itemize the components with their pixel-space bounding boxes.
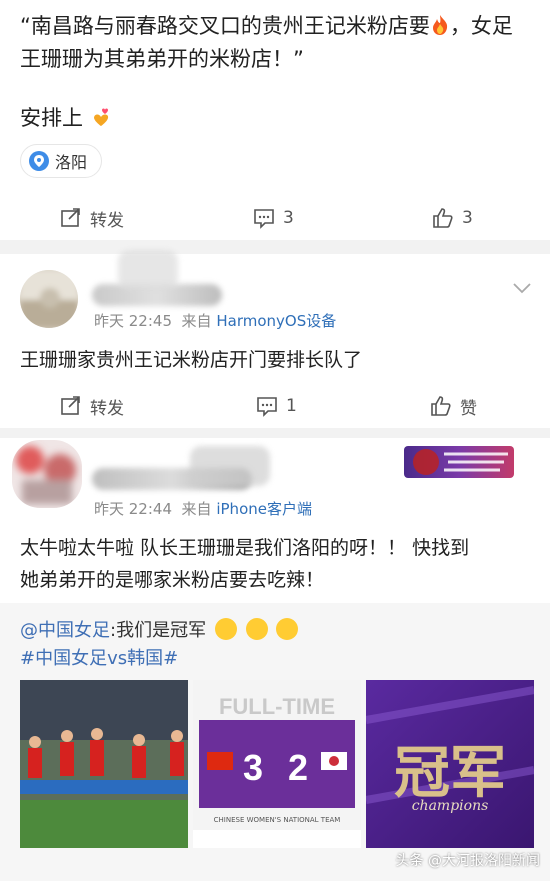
like-button[interactable]: 赞 (430, 394, 477, 419)
thumbnail-scoreboard[interactable]: 3 2 FULL-TIME CHINESE WOMEN'S NATIONAL T… (193, 680, 361, 848)
section-separator (0, 428, 550, 438)
location-chip[interactable]: 洛阳 (20, 144, 103, 178)
post-text2: 安排上 (20, 106, 83, 130)
chevron-down-icon[interactable] (512, 282, 532, 294)
post-text-line2: 安排上 (20, 102, 114, 132)
repost-body: :我们是冠军 (110, 620, 207, 641)
hand-heart-emoji-icon (93, 108, 108, 126)
scoreboard-footer: CHINESE WOMEN'S NATIONAL TEAM (213, 816, 341, 824)
comment-from: 来自 (181, 312, 212, 330)
comment-count: 3 (283, 208, 294, 228)
like-count: 3 (462, 208, 473, 228)
fan-badge[interactable] (404, 446, 514, 478)
comment-text-line2: 她弟弟开的是哪家米粉店要去吃辣！ (20, 569, 325, 591)
comment-text: 太牛啦太牛啦 队长王珊珊是我们洛阳的呀！！ 快找到 她弟弟开的是哪家米粉店要去吃… (20, 532, 469, 596)
location-label: 洛阳 (55, 153, 88, 172)
commenter-name-blurred-extra (190, 446, 270, 486)
shocked-emoji-icon (245, 618, 268, 640)
repost-icon (61, 396, 80, 415)
commenter-name-blurred-extra (118, 250, 178, 290)
comment-time: 昨天 22:44 (94, 500, 172, 518)
comment-action-row: 转发 1 赞 (0, 386, 550, 426)
post-text-main: “南昌路与丽春路交叉口的贵州王记米粉店要 (20, 14, 430, 38)
mention-link[interactable]: @中国女足 (20, 620, 110, 641)
scoreboard-score-right: 2 (288, 747, 308, 788)
commenter-avatar[interactable] (20, 270, 78, 328)
comment-text-line1: 太牛啦太牛啦 队长王珊珊是我们洛阳的呀！！ 快找到 (20, 537, 470, 559)
comment-time: 昨天 22:45 (94, 312, 172, 330)
thumbs-up-icon (433, 208, 453, 228)
repost-label: 转发 (90, 398, 124, 419)
comment-icon (254, 209, 274, 229)
comment-meta: 昨天 22:45 来自 HarmonyOS设备 (94, 310, 336, 331)
comment-source[interactable]: HarmonyOS设备 (216, 312, 336, 330)
tears-emoji-icon (276, 618, 299, 640)
commenter-avatar[interactable] (12, 440, 82, 508)
poster-title: 冠军 (394, 741, 506, 806)
poster-subtitle: champions (411, 798, 489, 814)
fire-emoji-icon (432, 15, 448, 35)
comment-source[interactable]: iPhone客户端 (216, 500, 312, 518)
like-button[interactable]: 3 (432, 207, 473, 229)
comment-meta: 昨天 22:44 来自 iPhone客户端 (94, 498, 312, 519)
section-separator (0, 240, 550, 254)
like-label: 赞 (460, 398, 477, 419)
post-text: “南昌路与丽春路交叉口的贵州王记米粉店要 ，女足王珊珊为其弟弟开的米粉店！” (20, 10, 532, 76)
location-pin-icon (29, 151, 49, 171)
comment-icon (257, 397, 277, 417)
comment-count: 1 (286, 396, 297, 416)
comment-text: 王珊珊家贵州王记米粉店开门要排长队了 (20, 349, 363, 371)
comment-from: 来自 (181, 500, 212, 518)
bottom-strip (0, 872, 550, 881)
scoreboard-title: FULL-TIME (218, 694, 336, 719)
thumbs-up-icon (431, 396, 451, 416)
repost-label: 转发 (90, 210, 124, 231)
repost-button[interactable]: 转发 (60, 206, 124, 231)
hashtag-link[interactable]: #中国女足vs韩国# (20, 644, 178, 670)
repost-icon (61, 208, 80, 227)
watermark-text: 头条 @大河报洛阳新闻 (395, 853, 540, 869)
thumbnail-poster[interactable]: 冠军 champions (366, 680, 534, 848)
post-action-row: 转发 3 3 (0, 198, 550, 238)
scoreboard-score-left: 3 (243, 747, 263, 788)
repost-button[interactable]: 转发 (60, 394, 124, 419)
crying-emoji-icon (214, 618, 237, 640)
thumbnail-photo[interactable] (20, 680, 188, 848)
comment-button[interactable]: 3 (253, 207, 294, 229)
repost-text: @中国女足:我们是冠军 (20, 616, 299, 642)
comment-button[interactable]: 1 (256, 395, 297, 417)
